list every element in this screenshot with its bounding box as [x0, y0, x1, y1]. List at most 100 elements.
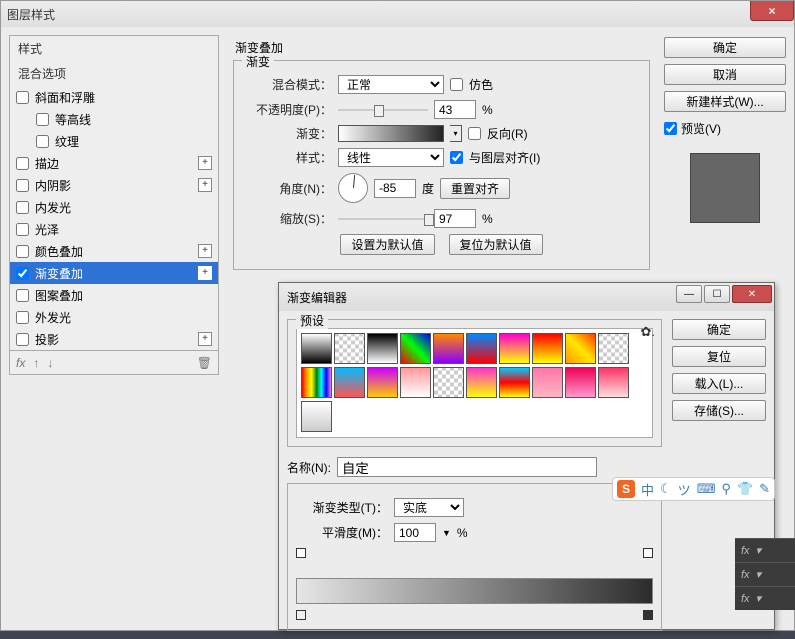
gear-icon[interactable]: ✿.: [640, 324, 655, 340]
gradient-swatch[interactable]: [367, 367, 398, 398]
fx-row[interactable]: fx▾: [735, 562, 795, 586]
gradient-swatch[interactable]: [334, 367, 365, 398]
ime-item[interactable]: ツ: [678, 480, 691, 499]
plus-icon[interactable]: +: [198, 244, 212, 258]
ime-toolbar[interactable]: S 中 ☾ ツ ⌨ ⚲ 👕 ✎: [612, 477, 775, 501]
color-stop-left[interactable]: [296, 610, 306, 620]
gradient-swatch[interactable]: [598, 333, 629, 364]
sidebar-item[interactable]: 光泽: [10, 218, 218, 240]
ime-item[interactable]: 中: [641, 480, 654, 499]
ge-minimize-button[interactable]: —: [676, 285, 702, 303]
gradient-preview[interactable]: [338, 125, 444, 142]
angle-dial[interactable]: [338, 173, 368, 203]
main-close-button[interactable]: ×: [750, 1, 794, 21]
gradient-swatch[interactable]: [466, 367, 497, 398]
gradient-swatch[interactable]: [301, 401, 332, 432]
sidebar-item-checkbox[interactable]: [36, 135, 49, 148]
name-input[interactable]: [337, 457, 597, 477]
opacity-input[interactable]: [434, 100, 476, 119]
gradient-swatch[interactable]: [334, 333, 365, 364]
gradient-swatch[interactable]: [499, 367, 530, 398]
scale-slider[interactable]: [338, 212, 428, 226]
ge-maximize-button[interactable]: ☐: [704, 285, 730, 303]
smooth-input[interactable]: [394, 523, 436, 542]
angle-input[interactable]: [374, 179, 416, 198]
gradient-bar[interactable]: [296, 578, 653, 604]
sidebar-item[interactable]: 外发光: [10, 306, 218, 328]
sidebar-item[interactable]: 斜面和浮雕: [10, 86, 218, 108]
ge-titlebar[interactable]: 渐变编辑器 — ☐ ✕: [279, 283, 774, 311]
sidebar-item-checkbox[interactable]: [16, 201, 29, 214]
gradient-swatch[interactable]: [532, 367, 563, 398]
plus-icon[interactable]: +: [198, 178, 212, 192]
gradient-swatch[interactable]: [565, 333, 596, 364]
ge-ok-button[interactable]: 确定: [672, 319, 766, 340]
opacity-stop-left[interactable]: [296, 548, 306, 558]
gradient-swatch[interactable]: [433, 367, 464, 398]
gradient-swatch[interactable]: [532, 333, 563, 364]
gradient-swatch[interactable]: [565, 367, 596, 398]
sidebar-item[interactable]: 内阴影+: [10, 174, 218, 196]
preview-checkbox[interactable]: [664, 122, 677, 135]
gradient-swatch[interactable]: [598, 367, 629, 398]
ime-item[interactable]: ⚲: [721, 481, 731, 497]
gradient-swatch[interactable]: [400, 333, 431, 364]
fx-row[interactable]: fx▾: [735, 538, 795, 562]
sidebar-header-styles[interactable]: 样式: [10, 36, 218, 61]
plus-icon[interactable]: +: [198, 156, 212, 170]
sidebar-item[interactable]: 纹理: [10, 130, 218, 152]
sidebar-item-checkbox[interactable]: [16, 311, 29, 324]
sidebar-item-checkbox[interactable]: [16, 91, 29, 104]
gtype-select[interactable]: 实底: [394, 498, 464, 517]
ge-reset-button[interactable]: 复位: [672, 346, 766, 367]
arrow-down-icon[interactable]: ↓: [47, 356, 53, 370]
gradient-swatch[interactable]: [400, 367, 431, 398]
gradient-swatch[interactable]: [433, 333, 464, 364]
gradient-swatch[interactable]: [499, 333, 530, 364]
dither-checkbox[interactable]: [450, 78, 463, 91]
gradient-swatch[interactable]: [367, 333, 398, 364]
sidebar-item[interactable]: 渐变叠加+: [10, 262, 218, 284]
ge-close-button[interactable]: ✕: [732, 285, 772, 303]
smooth-dropdown-icon[interactable]: ▼: [442, 528, 451, 538]
arrow-up-icon[interactable]: ↑: [33, 356, 39, 370]
ime-item[interactable]: ⌨: [697, 481, 716, 497]
ime-item[interactable]: 👕: [737, 481, 753, 497]
style-select[interactable]: 线性: [338, 148, 444, 167]
scale-input[interactable]: [434, 209, 476, 228]
trash-icon[interactable]: 🗑: [197, 356, 212, 370]
sidebar-item[interactable]: 图案叠加: [10, 284, 218, 306]
ge-load-button[interactable]: 载入(L)...: [672, 373, 766, 394]
sidebar-item-checkbox[interactable]: [16, 157, 29, 170]
gradient-swatch[interactable]: [301, 333, 332, 364]
plus-icon[interactable]: +: [198, 332, 212, 346]
gradient-swatch[interactable]: [466, 333, 497, 364]
make-default-button[interactable]: 设置为默认值: [340, 234, 434, 255]
cancel-button[interactable]: 取消: [664, 64, 786, 85]
sidebar-item-checkbox[interactable]: [16, 267, 29, 280]
sidebar-item-checkbox[interactable]: [16, 179, 29, 192]
sidebar-item-checkbox[interactable]: [16, 333, 29, 346]
gradient-swatch[interactable]: [301, 367, 332, 398]
fx-row[interactable]: fx▾: [735, 586, 795, 610]
ok-button[interactable]: 确定: [664, 37, 786, 58]
new-style-button[interactable]: 新建样式(W)...: [664, 91, 786, 112]
ime-item[interactable]: ✎: [759, 481, 770, 497]
opacity-stops-row[interactable]: [296, 548, 653, 560]
sidebar-item[interactable]: 内发光: [10, 196, 218, 218]
align-checkbox[interactable]: [450, 151, 463, 164]
sidebar-item-checkbox[interactable]: [16, 245, 29, 258]
sidebar-item-checkbox[interactable]: [16, 289, 29, 302]
sidebar-item[interactable]: 颜色叠加+: [10, 240, 218, 262]
sidebar-header-blend[interactable]: 混合选项: [10, 61, 218, 86]
reset-default-button[interactable]: 复位为默认值: [449, 234, 543, 255]
sidebar-item[interactable]: 描边+: [10, 152, 218, 174]
opacity-slider[interactable]: [338, 103, 428, 117]
sidebar-item[interactable]: 等高线: [10, 108, 218, 130]
sidebar-item-checkbox[interactable]: [16, 223, 29, 236]
color-stops-row[interactable]: [296, 610, 653, 622]
ime-item[interactable]: ☾: [660, 481, 672, 497]
reverse-checkbox[interactable]: [468, 127, 481, 140]
reset-align-button[interactable]: 重置对齐: [440, 178, 510, 199]
color-stop-right[interactable]: [643, 610, 653, 620]
